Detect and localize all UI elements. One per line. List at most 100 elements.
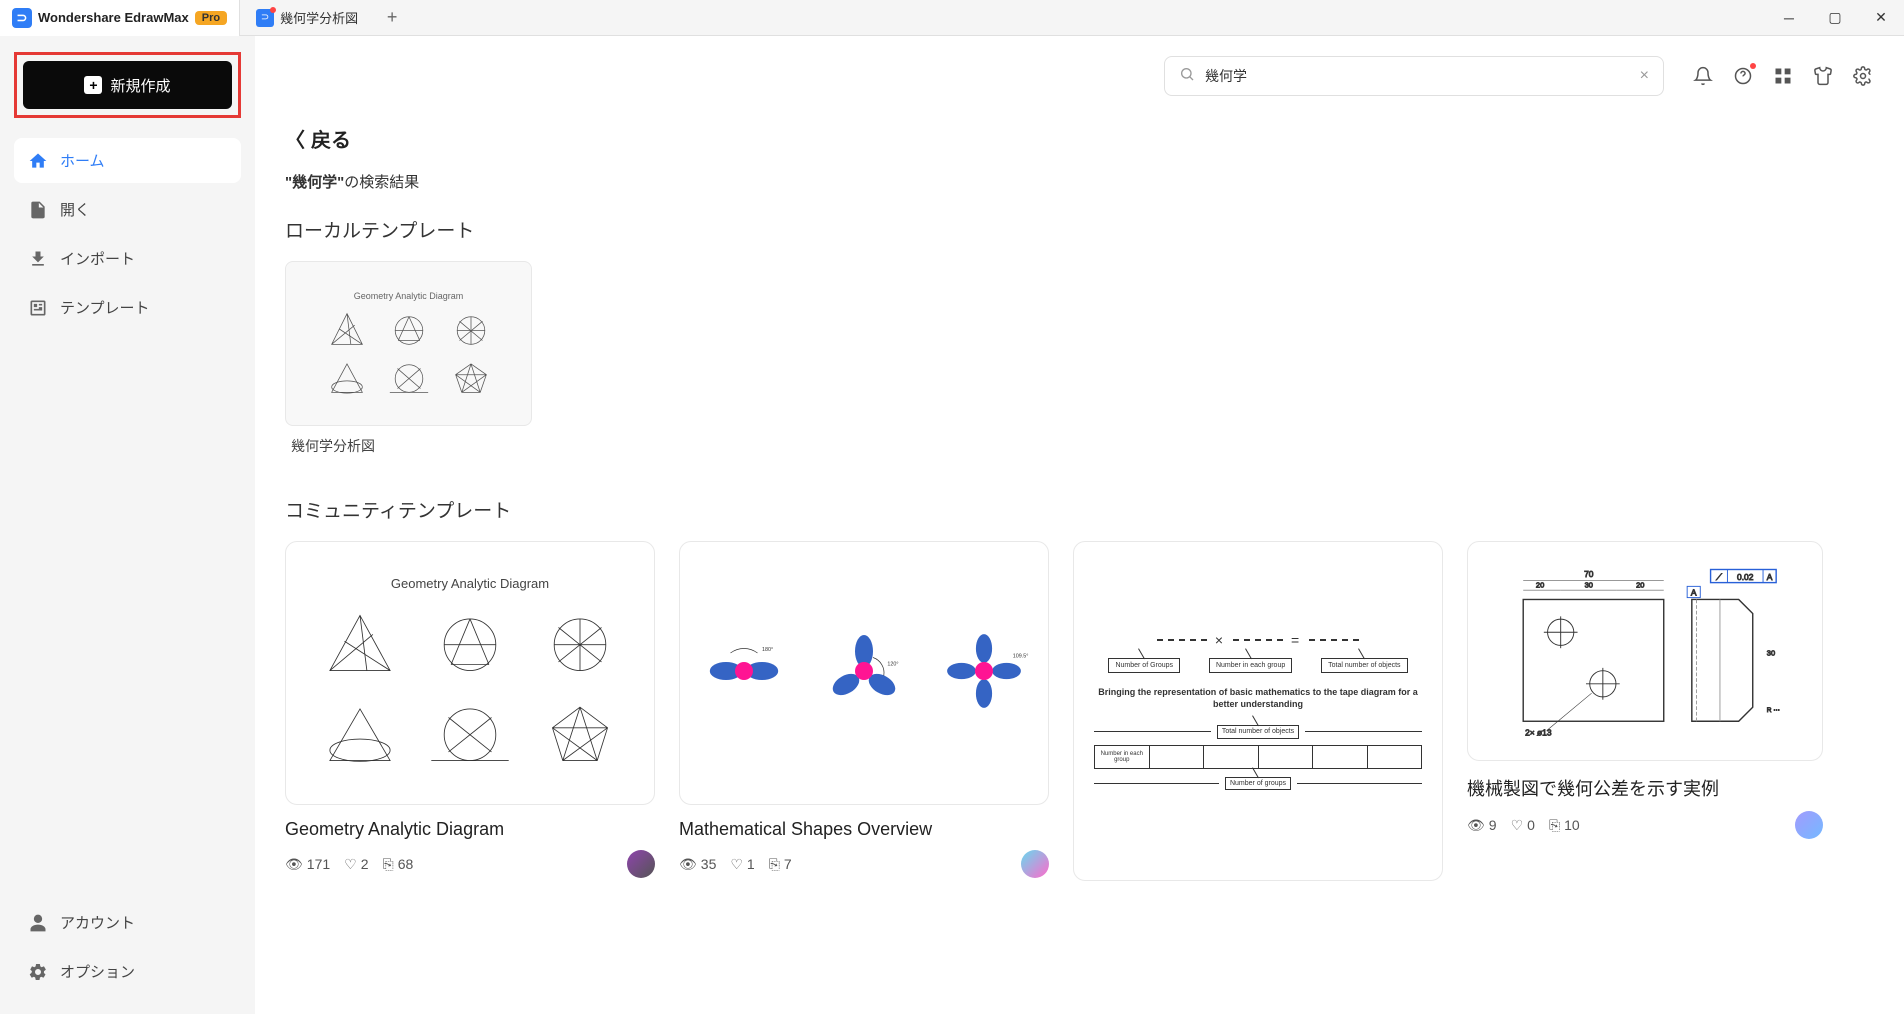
home-icon (28, 151, 48, 171)
community-card-geometry[interactable]: Geometry Analytic Diagram Geometry Analy… (285, 541, 655, 881)
sidebar-item-home[interactable]: ホーム (14, 138, 241, 183)
template-icon (28, 298, 48, 318)
search-result-line: "幾何学"の検索結果 (285, 171, 1874, 192)
app-name: Wondershare EdrawMax (38, 10, 189, 25)
community-thumbnail: Geometry Analytic Diagram (285, 541, 655, 805)
tape-caption: Bringing the representation of basic mat… (1094, 687, 1422, 710)
minimize-button[interactable]: ─ (1766, 0, 1812, 36)
community-card-mechanical[interactable]: 70 20 30 20 ⟋ 0.02 A A (1467, 541, 1823, 881)
local-template-card[interactable]: Geometry Analytic Diagram 幾何学分析図 (285, 261, 532, 456)
help-icon[interactable] (1732, 65, 1754, 87)
file-icon (28, 200, 48, 220)
author-avatar[interactable] (1795, 811, 1823, 839)
copy-icon: ⎘ (1549, 817, 1560, 834)
likes-count: 1 (747, 856, 755, 872)
copies-count: 7 (784, 856, 792, 872)
community-thumbnail: 180° 120° 109.5° (679, 541, 1049, 805)
grid-icon[interactable] (1772, 65, 1794, 87)
svg-text:180°: 180° (762, 647, 773, 653)
import-icon (28, 249, 48, 269)
community-card-tape[interactable]: ×= Number of Groups Number in each group… (1073, 541, 1443, 881)
svg-text:30: 30 (1767, 649, 1775, 658)
tape-label: Total number of objects (1217, 725, 1299, 739)
sidebar-item-open[interactable]: 開く (14, 187, 241, 232)
content-area: × 〈 戻る "幾何学"の検索結果 ローカルテンプレート (255, 36, 1904, 1014)
svg-text:A: A (1691, 588, 1697, 598)
back-label: 戻る (311, 124, 351, 153)
titlebar: ⊃ Wondershare EdrawMax Pro ⊃ 幾何学分析図 + ─ … (0, 0, 1904, 36)
sidebar-item-account[interactable]: アカウント (14, 900, 241, 945)
close-button[interactable]: ✕ (1858, 0, 1904, 36)
back-link[interactable]: 〈 戻る (285, 124, 1874, 153)
author-avatar[interactable] (627, 850, 655, 878)
author-avatar[interactable] (1021, 850, 1049, 878)
app-tab[interactable]: ⊃ Wondershare EdrawMax Pro (0, 0, 240, 36)
new-tab-button[interactable]: + (374, 7, 410, 28)
copies-count: 68 (398, 856, 414, 872)
tape-box: Number in each group (1209, 658, 1292, 674)
svg-text:A: A (1767, 572, 1773, 582)
maximize-button[interactable]: ▢ (1812, 0, 1858, 36)
tape-label: Number of groups (1225, 777, 1291, 791)
template-thumbnail: Geometry Analytic Diagram (285, 261, 532, 426)
new-button-highlight: + 新規作成 (14, 52, 241, 118)
pro-badge: Pro (195, 11, 227, 25)
sidebar: + 新規作成 ホーム 開く インポート テンプレート アカウント オプション (0, 36, 255, 1014)
svg-text:R ⋯: R ⋯ (1767, 707, 1781, 714)
clear-search-icon[interactable]: × (1640, 67, 1649, 85)
new-create-button[interactable]: + 新規作成 (23, 61, 232, 109)
tape-box: Number of Groups (1108, 658, 1180, 674)
community-card-meta: 👁35 ♡1 ⎘7 (679, 850, 1049, 878)
community-card-shapes[interactable]: 180° 120° 109.5° Mathematical Shapes Ove… (679, 541, 1049, 881)
dim-70: 70 (1584, 569, 1594, 579)
section-local-title: ローカルテンプレート (285, 216, 1874, 243)
thumb-title: Geometry Analytic Diagram (354, 291, 464, 301)
copy-icon: ⎘ (769, 856, 780, 873)
views-count: 35 (701, 856, 717, 872)
sidebar-item-label: 開く (60, 199, 90, 220)
sidebar-item-options[interactable]: オプション (14, 949, 241, 994)
community-card-title: Geometry Analytic Diagram (285, 819, 655, 840)
svg-text:120°: 120° (887, 661, 898, 667)
window-controls: ─ ▢ ✕ (1766, 0, 1904, 36)
result-suffix: の検索結果 (344, 174, 419, 191)
tape-cell: Number in each group (1095, 746, 1150, 768)
shirt-icon[interactable] (1812, 65, 1834, 87)
sidebar-item-label: インポート (60, 248, 135, 269)
community-templates-grid: Geometry Analytic Diagram Geometry Analy… (285, 541, 1874, 881)
search-input[interactable] (1205, 68, 1630, 84)
sidebar-item-import[interactable]: インポート (14, 236, 241, 281)
result-query: "幾何学" (285, 174, 344, 191)
heart-icon: ♡ (1511, 817, 1524, 834)
svg-text:20: 20 (1536, 580, 1544, 589)
eye-icon: 👁 (1467, 817, 1485, 834)
svg-text:2× ø13: 2× ø13 (1525, 727, 1552, 737)
heart-icon: ♡ (730, 856, 743, 873)
sidebar-item-label: ホーム (60, 150, 105, 171)
sidebar-item-template[interactable]: テンプレート (14, 285, 241, 330)
account-icon (28, 913, 48, 933)
svg-text:30: 30 (1585, 580, 1593, 589)
sidebar-item-label: オプション (60, 961, 135, 982)
community-card-meta: 👁171 ♡2 ⎘68 (285, 850, 655, 878)
views-count: 171 (307, 856, 330, 872)
views-count: 9 (1489, 817, 1497, 833)
topbar: × (255, 56, 1904, 96)
svg-text:0.02: 0.02 (1737, 572, 1754, 582)
plus-icon: + (84, 76, 102, 94)
heart-icon: ♡ (344, 856, 357, 873)
bell-icon[interactable] (1692, 65, 1714, 87)
copy-icon: ⎘ (383, 856, 394, 873)
eye-icon: 👁 (285, 856, 303, 873)
likes-count: 0 (1527, 817, 1535, 833)
community-thumbnail: ×= Number of Groups Number in each group… (1073, 541, 1443, 881)
document-tab[interactable]: ⊃ 幾何学分析図 (240, 0, 374, 36)
community-thumbnail: 70 20 30 20 ⟋ 0.02 A A (1467, 541, 1823, 761)
local-templates-grid: Geometry Analytic Diagram 幾何学分析図 (285, 261, 1874, 456)
new-button-label: 新規作成 (110, 75, 170, 96)
sidebar-item-label: テンプレート (60, 297, 150, 318)
search-box[interactable]: × (1164, 56, 1664, 96)
sidebar-item-label: アカウント (60, 912, 135, 933)
svg-text:109.5°: 109.5° (1013, 653, 1029, 659)
settings-icon[interactable] (1852, 65, 1874, 87)
